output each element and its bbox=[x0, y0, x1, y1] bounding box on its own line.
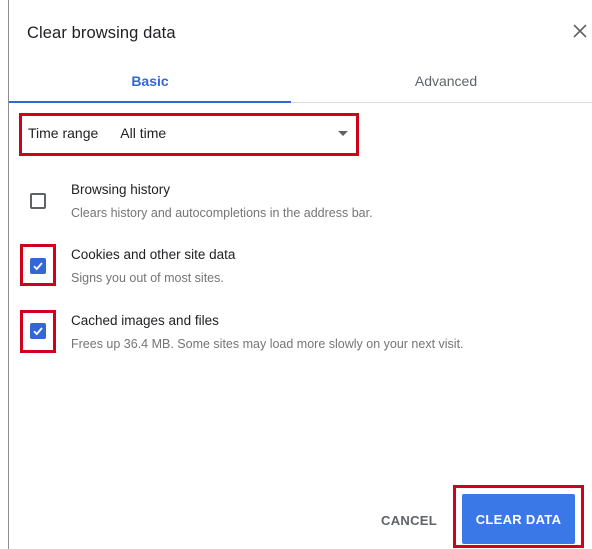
option-title: Cached images and files bbox=[71, 313, 219, 328]
dialog-title: Clear browsing data bbox=[27, 24, 176, 42]
tab-basic[interactable]: Basic bbox=[9, 60, 291, 102]
time-range-select[interactable]: All time bbox=[120, 118, 358, 148]
option-description: Frees up 36.4 MB. Some sites may load mo… bbox=[71, 337, 464, 351]
option-description: Clears history and autocompletions in th… bbox=[71, 206, 373, 220]
dropdown-arrow-icon bbox=[338, 130, 348, 136]
check-icon bbox=[33, 262, 43, 271]
cancel-button[interactable]: CANCEL bbox=[364, 505, 454, 535]
close-icon[interactable] bbox=[569, 20, 591, 42]
tab-bar: Basic Advanced bbox=[9, 60, 592, 103]
tab-advanced[interactable]: Advanced bbox=[291, 60, 592, 102]
time-range-label: Time range bbox=[28, 125, 99, 141]
cached-images-checkbox[interactable] bbox=[30, 323, 46, 339]
active-tab-indicator bbox=[9, 101, 291, 103]
option-title: Cookies and other site data bbox=[71, 247, 236, 262]
time-range-row: Time range All time bbox=[18, 112, 358, 154]
browsing-history-checkbox[interactable] bbox=[30, 193, 46, 209]
clear-data-button[interactable]: CLEAR DATA bbox=[462, 494, 575, 544]
check-icon bbox=[33, 327, 43, 336]
option-title: Browsing history bbox=[71, 182, 171, 197]
clear-browsing-data-dialog: Clear browsing data Basic Advanced Time … bbox=[9, 0, 592, 549]
option-description: Signs you out of most sites. bbox=[71, 271, 224, 285]
time-range-value: All time bbox=[120, 125, 167, 141]
cookies-checkbox[interactable] bbox=[30, 258, 46, 274]
